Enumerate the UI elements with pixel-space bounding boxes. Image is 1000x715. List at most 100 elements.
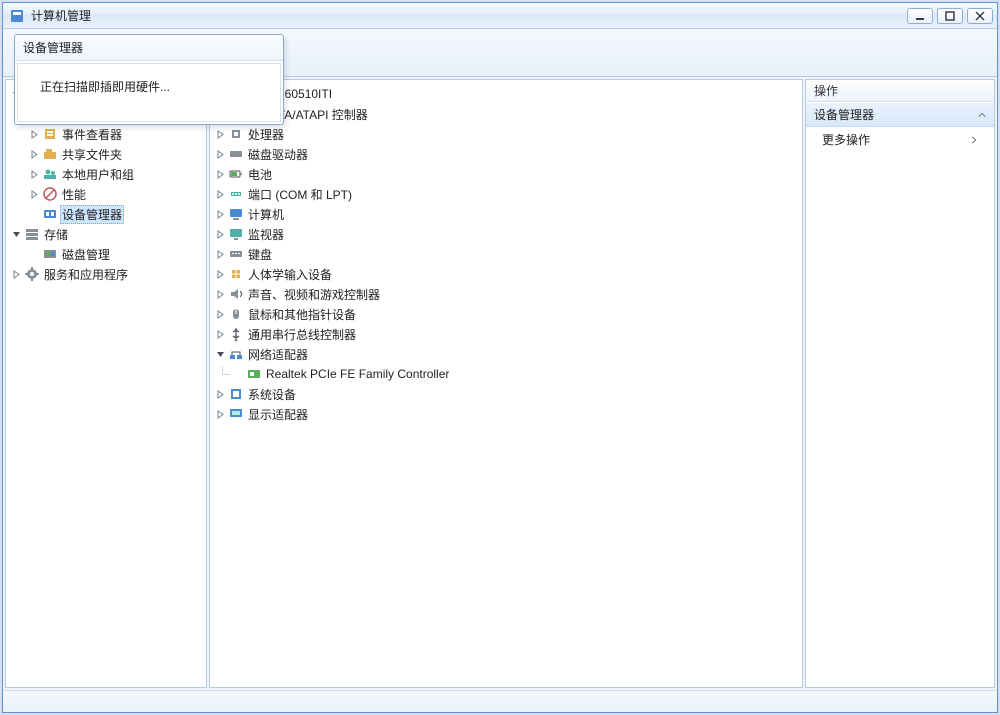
nic-icon: [246, 366, 262, 382]
caption-buttons: [907, 8, 993, 24]
disk-icon: [42, 246, 58, 262]
hid-icon: [228, 266, 244, 282]
device-tree[interactable]: 160510ITI IDE ATA/ATAPI 控制器处理器磁盘驱动器电池端口 (…: [210, 80, 802, 687]
actions-section[interactable]: 设备管理器: [806, 102, 994, 127]
titlebar[interactable]: 计算机管理: [3, 3, 997, 29]
computer-root-label: 160510ITI: [276, 87, 334, 101]
actions-pane: 操作 设备管理器 更多操作: [805, 79, 995, 688]
scanning-dialog: 设备管理器 正在扫描即插即用硬件...: [14, 34, 284, 125]
expand-open-icon[interactable]: [10, 228, 22, 240]
tree-item-label: 键盘: [246, 246, 274, 263]
tree-item[interactable]: Realtek PCIe FE Family Controller: [212, 364, 800, 384]
tree-item[interactable]: 键盘: [212, 244, 800, 264]
close-button[interactable]: [967, 8, 993, 24]
content-area: 系统工具任务计划程序事件查看器共享文件夹本地用户和组性能设备管理器存储磁盘管理服…: [3, 77, 997, 690]
tree-item[interactable]: 设备管理器: [8, 204, 204, 224]
tree-item[interactable]: 本地用户和组: [8, 164, 204, 184]
expand-closed-icon[interactable]: [214, 168, 226, 180]
expand-closed-icon[interactable]: [214, 208, 226, 220]
tree-item[interactable]: 磁盘管理: [8, 244, 204, 264]
expand-closed-icon[interactable]: [214, 268, 226, 280]
tree-item[interactable]: 端口 (COM 和 LPT): [212, 184, 800, 204]
expand-closed-icon[interactable]: [214, 128, 226, 140]
minimize-button[interactable]: [907, 8, 933, 24]
mouse-icon: [228, 306, 244, 322]
expand-closed-icon[interactable]: [214, 248, 226, 260]
tree-item[interactable]: 磁盘驱动器: [212, 144, 800, 164]
tree-item-label: 计算机: [246, 206, 286, 223]
expand-closed-icon[interactable]: [214, 328, 226, 340]
expand-closed-icon[interactable]: [214, 228, 226, 240]
expand-open-icon[interactable]: [214, 348, 226, 360]
computer-root-node[interactable]: 160510ITI: [212, 84, 800, 104]
window-title: 计算机管理: [31, 7, 91, 24]
tree-item[interactable]: 性能: [8, 184, 204, 204]
tree-item[interactable]: 存储: [8, 224, 204, 244]
expand-closed-icon[interactable]: [214, 288, 226, 300]
expand-closed-icon[interactable]: [28, 128, 40, 140]
share-icon: [42, 146, 58, 162]
tree-item[interactable]: 计算机: [212, 204, 800, 224]
actions-section-label: 设备管理器: [814, 106, 874, 123]
drive-icon: [228, 146, 244, 162]
tree-item[interactable]: 系统设备: [212, 384, 800, 404]
device-tree-pane: 160510ITI IDE ATA/ATAPI 控制器处理器磁盘驱动器电池端口 (…: [209, 79, 803, 688]
more-actions-item[interactable]: 更多操作: [806, 127, 994, 152]
tree-item[interactable]: 处理器: [212, 124, 800, 144]
expand-closed-icon[interactable]: [28, 168, 40, 180]
tree-item-label: 显示适配器: [246, 406, 310, 423]
tree-item-label: 磁盘管理: [60, 246, 112, 263]
expand-closed-icon[interactable]: [28, 148, 40, 160]
tree-item-label: 存储: [42, 226, 70, 243]
nav-tree[interactable]: 系统工具任务计划程序事件查看器共享文件夹本地用户和组性能设备管理器存储磁盘管理服…: [6, 80, 206, 687]
tree-item-label: Realtek PCIe FE Family Controller: [264, 367, 451, 381]
expand-closed-icon[interactable]: [214, 188, 226, 200]
expand-closed-icon[interactable]: [10, 268, 22, 280]
monitor-icon: [228, 226, 244, 242]
tree-item[interactable]: IDE ATA/ATAPI 控制器: [212, 104, 800, 124]
tree-item-label: 事件查看器: [60, 126, 124, 143]
tree-item[interactable]: 服务和应用程序: [8, 264, 204, 284]
services-icon: [24, 266, 40, 282]
expand-closed-icon[interactable]: [214, 308, 226, 320]
battery-icon: [228, 166, 244, 182]
tree-item-label: 鼠标和其他指针设备: [246, 306, 358, 323]
tree-item[interactable]: 电池: [212, 164, 800, 184]
tree-item[interactable]: 显示适配器: [212, 404, 800, 424]
tree-item-label: 处理器: [246, 126, 286, 143]
expand-closed-icon[interactable]: [214, 148, 226, 160]
computer-icon: [228, 206, 244, 222]
tree-item-label: 磁盘驱动器: [246, 146, 310, 163]
device-mgr-icon: [42, 206, 58, 222]
tree-item-label: 声音、视频和游戏控制器: [246, 286, 382, 303]
keyboard-icon: [228, 246, 244, 262]
tree-item-label: 电池: [246, 166, 274, 183]
tree-item[interactable]: 通用串行总线控制器: [212, 324, 800, 344]
app-icon: [9, 8, 25, 24]
system-icon: [228, 386, 244, 402]
tree-item[interactable]: 事件查看器: [8, 124, 204, 144]
collapse-icon: [978, 111, 986, 119]
cpu-icon: [228, 126, 244, 142]
tree-connector: [214, 366, 230, 382]
expand-closed-icon[interactable]: [214, 408, 226, 420]
tree-item[interactable]: 声音、视频和游戏控制器: [212, 284, 800, 304]
expand-closed-icon[interactable]: [214, 388, 226, 400]
tree-item-label: 监视器: [246, 226, 286, 243]
expand-closed-icon[interactable]: [28, 188, 40, 200]
tree-item-label: 共享文件夹: [60, 146, 124, 163]
tree-item-label: 通用串行总线控制器: [246, 326, 358, 343]
tree-item[interactable]: 共享文件夹: [8, 144, 204, 164]
storage-icon: [24, 226, 40, 242]
maximize-button[interactable]: [937, 8, 963, 24]
tree-item[interactable]: 网络适配器: [212, 344, 800, 364]
tree-item[interactable]: 人体学输入设备: [212, 264, 800, 284]
actions-header: 操作: [806, 80, 994, 102]
tree-item-label: 本地用户和组: [60, 166, 136, 183]
tree-item[interactable]: 鼠标和其他指针设备: [212, 304, 800, 324]
tree-item[interactable]: 监视器: [212, 224, 800, 244]
tree-item-label: 人体学输入设备: [246, 266, 334, 283]
more-actions-label: 更多操作: [822, 131, 870, 148]
users-icon: [42, 166, 58, 182]
tree-item-label: 系统设备: [246, 386, 298, 403]
